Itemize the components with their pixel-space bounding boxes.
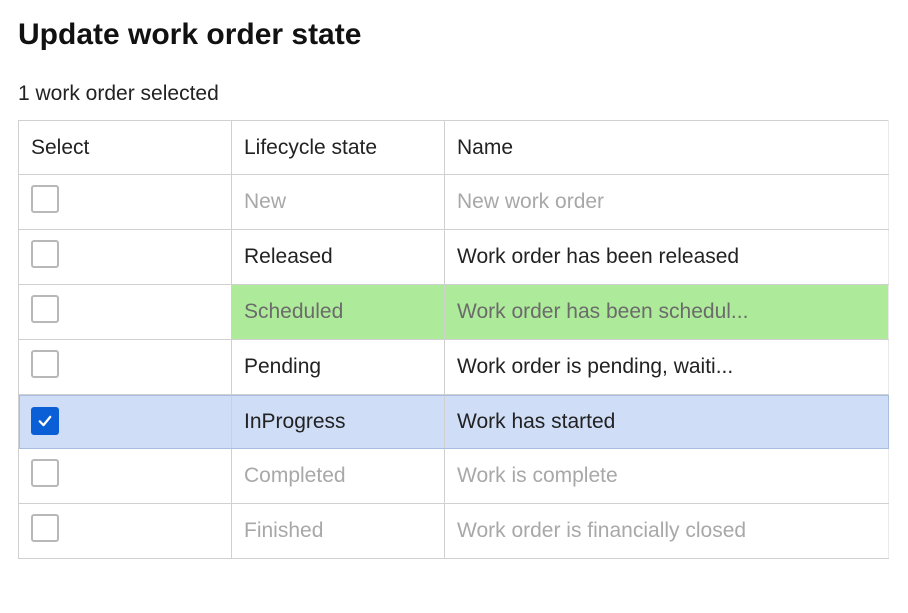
- column-header-name[interactable]: Name: [445, 121, 889, 175]
- name-cell: Work order has been released: [445, 230, 889, 285]
- selection-count-label: 1 work order selected: [18, 82, 890, 106]
- column-header-select[interactable]: Select: [19, 121, 232, 175]
- select-cell: [19, 340, 232, 395]
- name-cell: Work order is financially closed: [445, 504, 889, 559]
- lifecycle-state-cell: Released: [232, 230, 445, 285]
- lifecycle-state-cell: Scheduled: [232, 285, 445, 340]
- select-cell: [19, 285, 232, 340]
- lifecycle-state-cell: InProgress: [232, 395, 445, 449]
- column-header-state[interactable]: Lifecycle state: [232, 121, 445, 175]
- row-checkbox[interactable]: [31, 185, 59, 213]
- row-checkbox[interactable]: [31, 514, 59, 542]
- update-work-order-state-panel: Update work order state 1 work order sel…: [0, 0, 908, 559]
- table-row[interactable]: FinishedWork order is financially closed: [19, 504, 889, 559]
- select-cell: [19, 395, 232, 449]
- row-checkbox[interactable]: [31, 295, 59, 323]
- row-checkbox[interactable]: [31, 459, 59, 487]
- table-row[interactable]: ScheduledWork order has been schedul...: [19, 285, 889, 340]
- name-cell: New work order: [445, 175, 889, 230]
- row-checkbox[interactable]: [31, 407, 59, 435]
- select-cell: [19, 230, 232, 285]
- select-cell: [19, 449, 232, 504]
- table-row[interactable]: NewNew work order: [19, 175, 889, 230]
- lifecycle-state-cell: Completed: [232, 449, 445, 504]
- lifecycle-state-cell: Pending: [232, 340, 445, 395]
- check-icon: [36, 412, 54, 430]
- table-row[interactable]: CompletedWork is complete: [19, 449, 889, 504]
- page-title: Update work order state: [18, 18, 890, 52]
- row-checkbox[interactable]: [31, 240, 59, 268]
- name-cell: Work is complete: [445, 449, 889, 504]
- select-cell: [19, 504, 232, 559]
- select-cell: [19, 175, 232, 230]
- name-cell: Work has started: [445, 395, 889, 449]
- table-header-row: Select Lifecycle state Name: [19, 121, 889, 175]
- name-cell: Work order is pending, waiti...: [445, 340, 889, 395]
- table-row[interactable]: PendingWork order is pending, waiti...: [19, 340, 889, 395]
- table-row[interactable]: InProgressWork has started: [19, 395, 889, 449]
- lifecycle-state-cell: Finished: [232, 504, 445, 559]
- row-checkbox[interactable]: [31, 350, 59, 378]
- lifecycle-state-table: Select Lifecycle state Name NewNew work …: [18, 120, 889, 559]
- name-cell: Work order has been schedul...: [445, 285, 889, 340]
- table-row[interactable]: ReleasedWork order has been released: [19, 230, 889, 285]
- lifecycle-state-cell: New: [232, 175, 445, 230]
